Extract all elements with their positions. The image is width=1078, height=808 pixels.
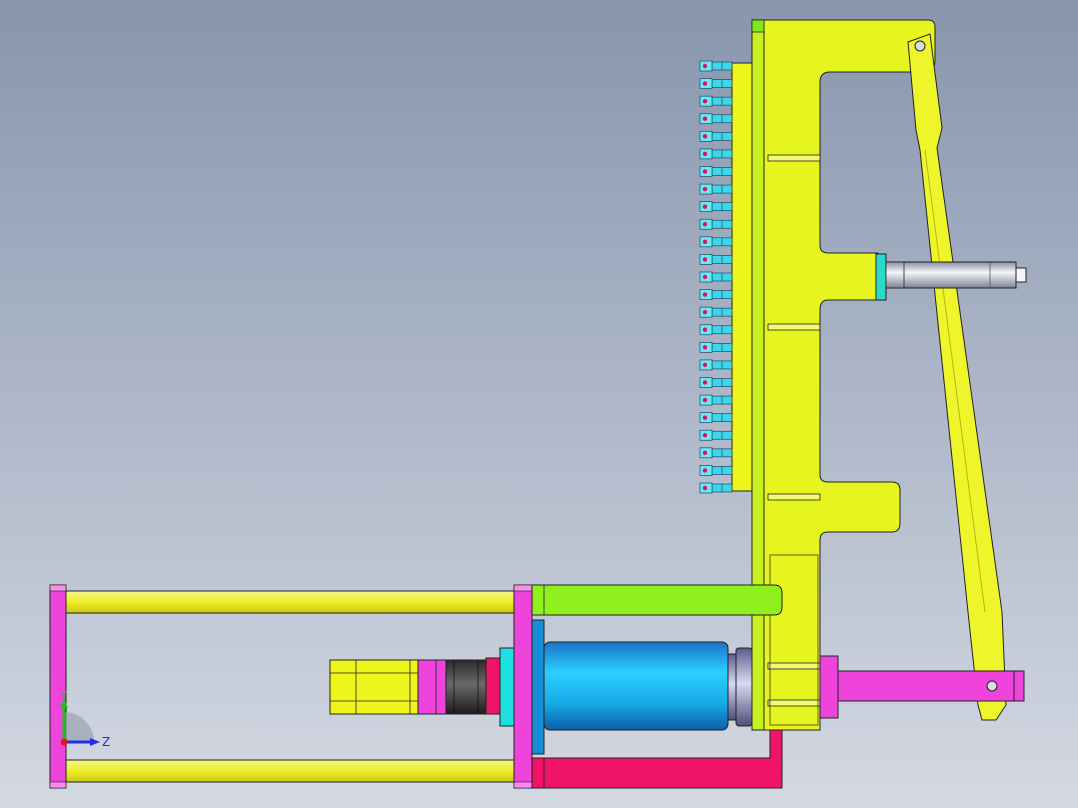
bolt [699, 236, 733, 248]
cylinder-body [543, 641, 729, 731]
bolt [699, 113, 733, 125]
z-axis-label: Z [102, 735, 110, 749]
bolt [699, 465, 733, 476]
bolt [699, 148, 733, 160]
diagonal-link[interactable] [907, 33, 1007, 721]
middle-end-plate [513, 584, 533, 789]
red-bracket[interactable] [531, 729, 783, 789]
cad-viewport[interactable]: Y Z [0, 0, 1078, 808]
bolt [699, 429, 733, 441]
bolt [699, 271, 733, 283]
rod-end-collar [417, 659, 447, 715]
bolt-column[interactable] [699, 60, 753, 494]
bolt [699, 341, 733, 353]
bolt-holder-block [731, 62, 753, 492]
lever-hole [986, 680, 998, 692]
bolt [699, 95, 733, 107]
air-cylinder[interactable] [499, 619, 753, 755]
z-axis-arrowhead [90, 738, 100, 746]
rod-end-clevis [329, 659, 419, 715]
y-axis-label: Y [59, 689, 68, 703]
bolt [699, 377, 733, 388]
bolt [699, 306, 733, 318]
bolt [699, 359, 733, 371]
lower-rod [65, 759, 517, 783]
main-frame[interactable] [751, 19, 936, 731]
bolt [699, 218, 733, 230]
bolt [699, 60, 733, 72]
bolt [699, 130, 733, 142]
link-body [907, 33, 1007, 721]
bolt [699, 394, 733, 406]
bolt [699, 289, 733, 300]
bolt [699, 166, 733, 177]
x-axis-dot [60, 738, 68, 746]
cylinder-flange-cap [499, 647, 515, 727]
upper-rod [65, 590, 517, 614]
bolt [699, 324, 733, 336]
frame-edge-strip [751, 19, 765, 731]
bolt [699, 183, 733, 195]
bolt [699, 78, 733, 89]
piston-rod-end[interactable] [329, 657, 501, 715]
cylinder-end-disc [727, 653, 737, 721]
pin-collar [875, 253, 887, 301]
bolt [699, 412, 733, 424]
bolt [699, 482, 733, 494]
rod-end-pink [485, 657, 501, 715]
pin-shaft [885, 261, 1017, 289]
coordinate-triad: Y Z [59, 689, 110, 749]
rod-end-nut [445, 659, 487, 715]
link-top-hole [914, 40, 926, 52]
assembly-drawing[interactable] [0, 0, 1078, 808]
green-bar[interactable] [531, 584, 783, 616]
cylinder-flange [531, 619, 545, 755]
bolt [699, 254, 733, 265]
frame-body [762, 19, 936, 731]
lever-base [819, 655, 839, 719]
bolt [699, 447, 733, 459]
bolt [699, 201, 733, 213]
